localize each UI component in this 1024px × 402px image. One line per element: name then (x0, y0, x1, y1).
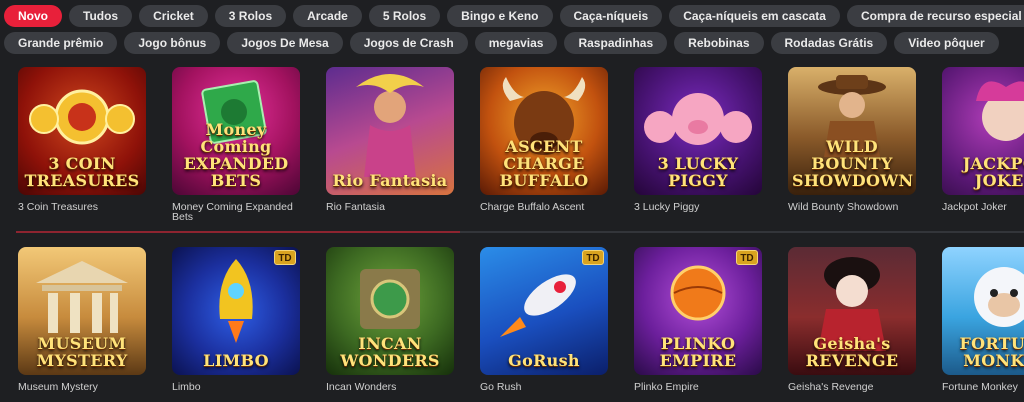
game-logo: GoRush (508, 351, 580, 370)
game-logo: Rio Fantasia (332, 171, 448, 190)
filter-chip-cricket[interactable]: Cricket (139, 5, 208, 27)
filter-chip-video-poquer[interactable]: Video pôquer (894, 32, 999, 54)
game-card-incan-wonders[interactable]: INCAN WONDERS Incan Wonders (326, 247, 454, 392)
game-logo: JACKPOT JOKER (962, 154, 1024, 190)
category-filter-bar: Novo Tudos Cricket 3 Rolos Arcade 5 Rolo… (4, 5, 1024, 59)
game-card-fortune-monkey[interactable]: FORTUNE MONKEY Fortune Monkey (942, 247, 1024, 392)
filter-chip-3-rolos[interactable]: 3 Rolos (214, 5, 287, 27)
game-title: Plinko Empire (634, 381, 699, 393)
game-logo: PLINKO EMPIRE (659, 334, 737, 370)
filter-chip-caca-niqueis[interactable]: Caça-níqueis (559, 5, 663, 27)
game-thumbnail[interactable]: TD GoRush (480, 247, 608, 375)
filter-chip-grande-premio[interactable]: Grande prêmio (4, 32, 118, 54)
filter-chip-novo[interactable]: Novo (4, 5, 62, 27)
game-card-geishas-revenge[interactable]: Geisha's REVENGE Geisha's Revenge (788, 247, 916, 392)
game-thumbnail[interactable]: ASCENT CHARGE BUFFALO (480, 67, 608, 195)
filter-chip-arcade[interactable]: Arcade (293, 5, 362, 27)
game-thumbnail[interactable]: INCAN WONDERS (326, 247, 454, 375)
filter-chip-cascata[interactable]: Caça-níqueis em cascata (669, 5, 840, 27)
filter-chip-tudos[interactable]: Tudos (69, 5, 133, 27)
game-title: 3 Coin Treasures (18, 201, 98, 213)
game-logo: Money Coming EXPANDED BETS (183, 120, 289, 190)
game-card-go-rush[interactable]: TD GoRush Go Rush (480, 247, 608, 392)
filter-chip-rodadas-gratis[interactable]: Rodadas Grátis (770, 32, 888, 54)
game-logo: FORTUNE MONKEY (959, 334, 1024, 370)
game-thumbnail[interactable]: JACKPOT JOKER (942, 67, 1024, 195)
filter-chip-jogo-bonus[interactable]: Jogo bônus (124, 32, 221, 54)
game-title: Rio Fantasia (326, 201, 385, 213)
filter-chip-bingo-keno[interactable]: Bingo e Keno (447, 5, 553, 27)
game-logo: INCAN WONDERS (340, 334, 440, 370)
game-card-charge-buffalo[interactable]: ASCENT CHARGE BUFFALO Charge Buffalo Asc… (480, 67, 608, 222)
game-card-museum-mystery[interactable]: MUSEUM MYSTERY Museum Mystery (18, 247, 146, 392)
game-logo: ASCENT CHARGE BUFFALO (499, 137, 589, 190)
game-title: Money Coming Expanded Bets (172, 201, 293, 223)
game-title: 3 Lucky Piggy (634, 201, 700, 213)
game-thumbnail[interactable]: FORTUNE MONKEY (942, 247, 1024, 375)
game-logo: WILD BOUNTY SHOWDOWN (792, 137, 914, 190)
game-grid-row-2: MUSEUM MYSTERY Museum Mystery TD LIMBO L… (18, 247, 1024, 397)
game-thumbnail[interactable]: Rio Fantasia (326, 67, 454, 195)
filter-chip-5-rolos[interactable]: 5 Rolos (368, 5, 441, 27)
game-title: Fortune Monkey (942, 381, 1018, 393)
game-grid-row-1: 3 COIN TREASURES 3 Coin Treasures Money … (18, 67, 1024, 227)
game-title: Geisha's Revenge (788, 381, 874, 393)
filter-chip-jogos-de-crash[interactable]: Jogos de Crash (349, 32, 468, 54)
game-thumbnail[interactable]: 3 COIN TREASURES (18, 67, 146, 195)
game-thumbnail[interactable]: WILD BOUNTY SHOWDOWN (788, 67, 916, 195)
filter-chip-jogos-de-mesa[interactable]: Jogos De Mesa (227, 32, 343, 54)
game-card-plinko-empire[interactable]: TD PLINKO EMPIRE Plinko Empire (634, 247, 762, 392)
game-thumbnail[interactable]: TD LIMBO (172, 247, 300, 375)
filter-chip-megavias[interactable]: megavias (474, 32, 558, 54)
filter-row-2: Grande prêmio Jogo bônus Jogos De Mesa J… (4, 32, 1024, 54)
carousel-progress-fill (16, 231, 460, 233)
filter-chip-compra-recurso[interactable]: Compra de recurso especial (846, 5, 1024, 27)
filter-chip-rebobinas[interactable]: Rebobinas (674, 32, 764, 54)
game-title: Wild Bounty Showdown (788, 201, 899, 213)
game-card-rio-fantasia[interactable]: Rio Fantasia Rio Fantasia (326, 67, 454, 222)
game-title: Jackpot Joker (942, 201, 1007, 213)
td-badge: TD (736, 250, 758, 265)
game-title: Limbo (172, 381, 201, 393)
game-thumbnail[interactable]: Money Coming EXPANDED BETS (172, 67, 300, 195)
filter-row-1: Novo Tudos Cricket 3 Rolos Arcade 5 Rolo… (4, 5, 1024, 27)
game-title: Go Rush (480, 381, 522, 393)
game-thumbnail[interactable]: Geisha's REVENGE (788, 247, 916, 375)
game-thumbnail[interactable]: TD PLINKO EMPIRE (634, 247, 762, 375)
game-title: Incan Wonders (326, 381, 397, 393)
game-logo: 3 COIN TREASURES (24, 154, 140, 190)
game-thumbnail[interactable]: 3 LUCKY PIGGY (634, 67, 762, 195)
filter-chip-raspadinhas[interactable]: Raspadinhas (564, 32, 668, 54)
game-logo: MUSEUM MYSTERY (36, 334, 128, 370)
td-badge: TD (582, 250, 604, 265)
td-badge: TD (274, 250, 296, 265)
game-logo: LIMBO (203, 351, 269, 370)
game-logo: 3 LUCKY PIGGY (657, 154, 739, 190)
game-card-limbo[interactable]: TD LIMBO Limbo (172, 247, 300, 392)
game-thumbnail[interactable]: MUSEUM MYSTERY (18, 247, 146, 375)
game-card-wild-bounty[interactable]: WILD BOUNTY SHOWDOWN Wild Bounty Showdow… (788, 67, 916, 222)
game-card-3-coin-treasures[interactable]: 3 COIN TREASURES 3 Coin Treasures (18, 67, 146, 222)
game-logo: Geisha's REVENGE (805, 334, 899, 370)
game-card-3-lucky-piggy[interactable]: 3 LUCKY PIGGY 3 Lucky Piggy (634, 67, 762, 222)
game-title: Museum Mystery (18, 381, 98, 393)
carousel-progress-bar (16, 231, 1024, 233)
game-card-jackpot-joker[interactable]: JACKPOT JOKER Jackpot Joker (942, 67, 1024, 222)
game-card-money-coming[interactable]: Money Coming EXPANDED BETS Money Coming … (172, 67, 300, 222)
game-title: Charge Buffalo Ascent (480, 201, 585, 213)
